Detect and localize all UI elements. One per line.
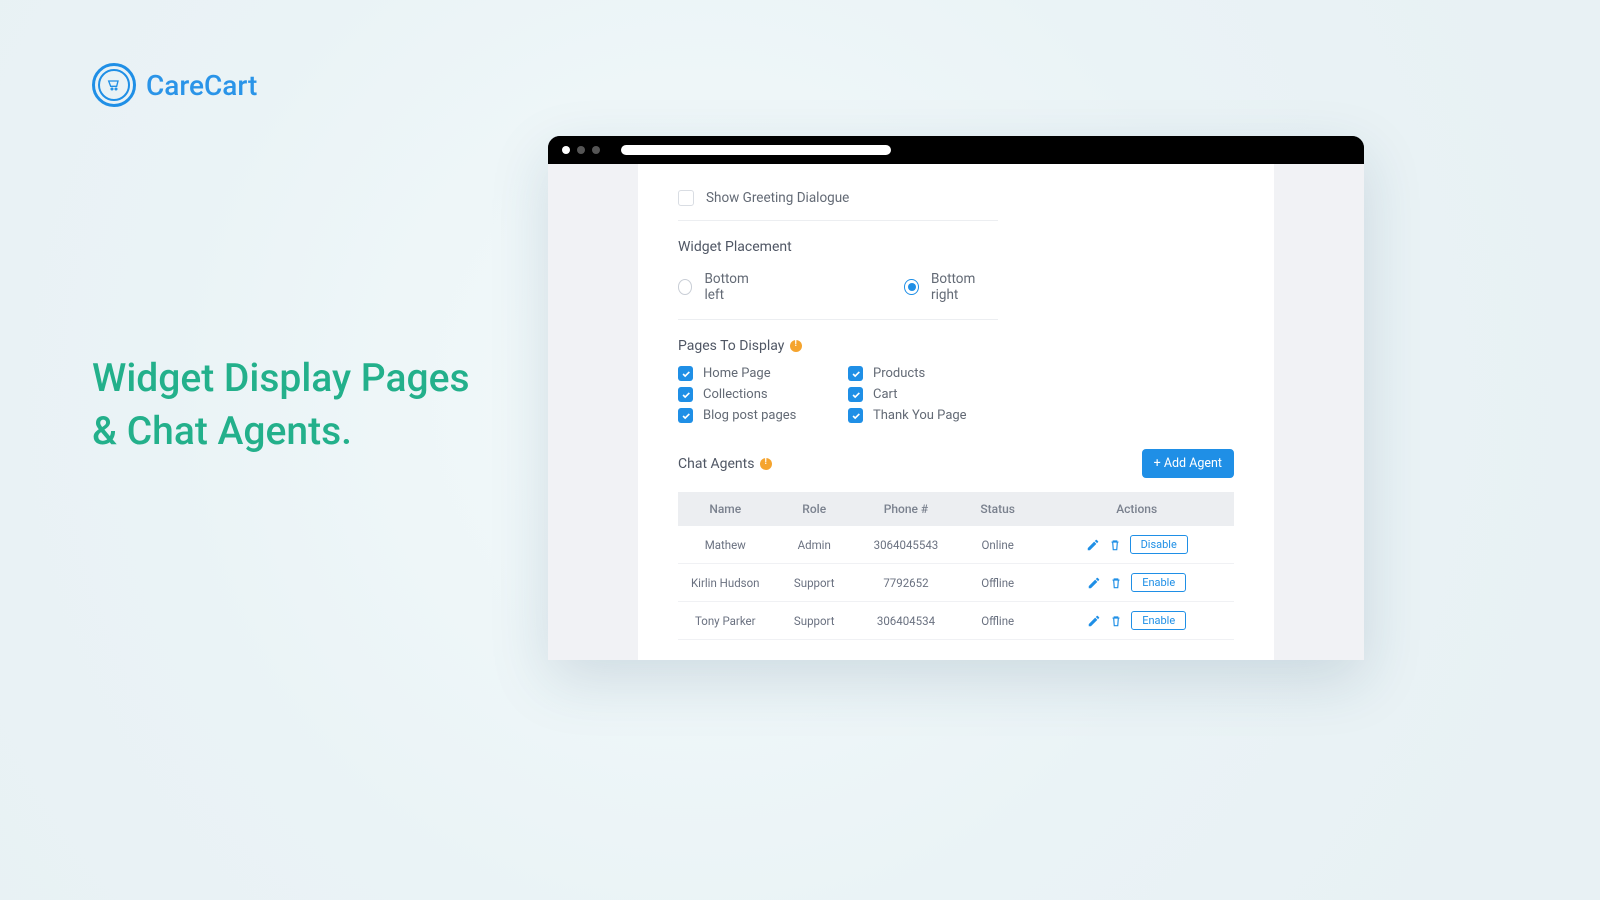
checkbox-checked-icon — [848, 366, 863, 381]
brand-logo: CareCart — [92, 63, 257, 107]
widget-placement-options: Bottom left Bottom right — [678, 259, 998, 320]
col-role: Role — [773, 492, 856, 526]
placement-right-label: Bottom right — [931, 271, 998, 303]
col-phone: Phone # — [856, 492, 956, 526]
table-row: Kirlin Hudson Support 7792652 Offline En… — [678, 564, 1234, 602]
radio-selected-icon — [904, 279, 919, 295]
table-row: Mathew Admin 3064045543 Online Disable — [678, 526, 1234, 564]
add-agent-button[interactable]: + Add Agent — [1142, 449, 1234, 478]
traffic-light-minimize-icon[interactable] — [577, 146, 585, 154]
col-actions: Actions — [1039, 492, 1234, 526]
edit-icon[interactable] — [1087, 576, 1101, 590]
info-icon[interactable] — [760, 458, 772, 470]
page-headline: Widget Display Pages & Chat Agents. — [92, 352, 470, 457]
checkbox-checked-icon — [678, 408, 693, 423]
show-greeting-checkbox[interactable] — [678, 190, 694, 206]
pages-to-display-title: Pages To Display — [678, 320, 1234, 354]
placement-left-label: Bottom left — [704, 271, 764, 303]
app-viewport: Show Greeting Dialogue Widget Placement … — [548, 164, 1364, 660]
carecart-logo-icon — [92, 63, 136, 107]
table-header-row: Name Role Phone # Status Actions — [678, 492, 1234, 526]
browser-url-bar[interactable] — [621, 145, 891, 155]
page-blog[interactable]: Blog post pages — [678, 408, 848, 423]
chat-agents-header: Chat Agents + Add Agent — [678, 443, 1234, 492]
col-name: Name — [678, 492, 773, 526]
toggle-status-button[interactable]: Enable — [1131, 573, 1186, 592]
page-cart[interactable]: Cart — [848, 387, 1018, 402]
show-greeting-label: Show Greeting Dialogue — [706, 190, 849, 206]
toggle-status-button[interactable]: Disable — [1130, 535, 1188, 554]
edit-icon[interactable] — [1086, 538, 1100, 552]
settings-panel: Show Greeting Dialogue Widget Placement … — [638, 164, 1274, 660]
checkbox-checked-icon — [848, 408, 863, 423]
toggle-status-button[interactable]: Enable — [1131, 611, 1186, 630]
checkbox-checked-icon — [848, 387, 863, 402]
traffic-light-close-icon[interactable] — [562, 146, 570, 154]
page-collections[interactable]: Collections — [678, 387, 848, 402]
pages-grid: Home Page Products Collections Cart Blog… — [678, 354, 1234, 443]
agents-table: Name Role Phone # Status Actions Mathew … — [678, 492, 1234, 640]
delete-icon[interactable] — [1109, 576, 1123, 590]
headline-line-1: Widget Display Pages — [92, 352, 470, 405]
placement-bottom-right[interactable]: Bottom right — [904, 271, 998, 303]
radio-icon — [678, 279, 692, 295]
col-status: Status — [956, 492, 1039, 526]
table-row: Tony Parker Support 306404534 Offline En… — [678, 602, 1234, 640]
page-products[interactable]: Products — [848, 366, 1018, 381]
browser-titlebar — [548, 136, 1364, 164]
browser-window: Show Greeting Dialogue Widget Placement … — [548, 136, 1364, 660]
page-thankyou[interactable]: Thank You Page — [848, 408, 1018, 423]
page-home[interactable]: Home Page — [678, 366, 848, 381]
brand-name: CareCart — [146, 69, 257, 102]
delete-icon[interactable] — [1108, 538, 1122, 552]
delete-icon[interactable] — [1109, 614, 1123, 628]
traffic-light-maximize-icon[interactable] — [592, 146, 600, 154]
checkbox-checked-icon — [678, 366, 693, 381]
checkbox-checked-icon — [678, 387, 693, 402]
chat-agents-title: Chat Agents — [678, 456, 772, 472]
show-greeting-row: Show Greeting Dialogue — [678, 164, 998, 221]
headline-line-2: & Chat Agents. — [92, 405, 470, 458]
edit-icon[interactable] — [1087, 614, 1101, 628]
info-icon[interactable] — [790, 340, 802, 352]
placement-bottom-left[interactable]: Bottom left — [678, 271, 764, 303]
widget-placement-title: Widget Placement — [678, 221, 1234, 259]
